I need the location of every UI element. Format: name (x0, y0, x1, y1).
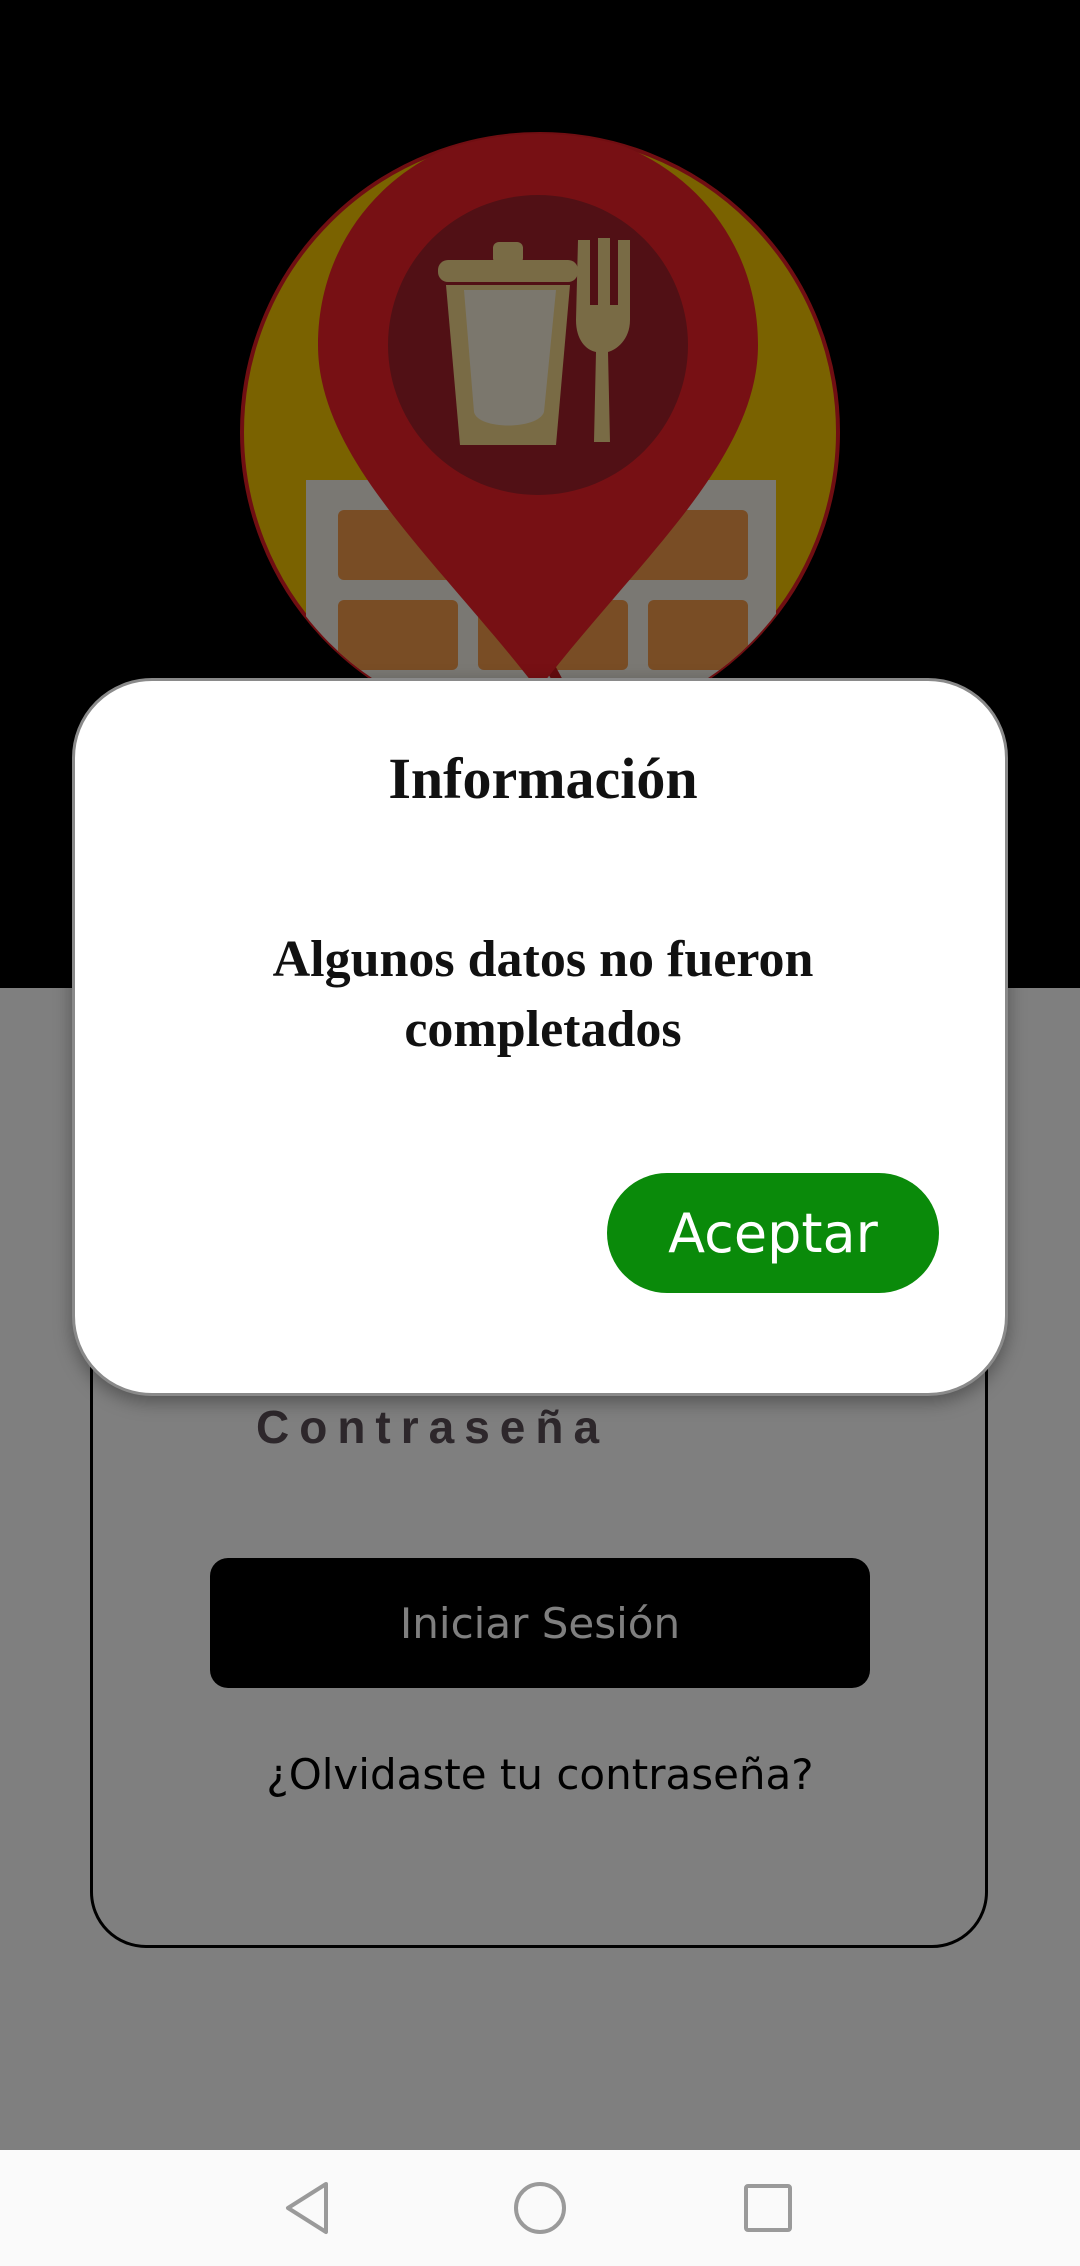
dialog-title: Información (388, 746, 698, 811)
recents-square-icon[interactable] (738, 2178, 798, 2238)
dialog-message: Algunos datos no fueron completados (272, 931, 814, 1058)
system-navigation-bar (0, 2150, 1080, 2266)
screen: Contraseña Iniciar Sesión ¿Olvidaste tu … (0, 0, 1080, 2266)
home-circle-icon[interactable] (510, 2178, 570, 2238)
back-triangle-icon[interactable] (278, 2178, 338, 2238)
accept-button[interactable]: Aceptar (607, 1173, 939, 1293)
info-dialog: Información Algunos datos no fueron comp… (72, 678, 1008, 1396)
